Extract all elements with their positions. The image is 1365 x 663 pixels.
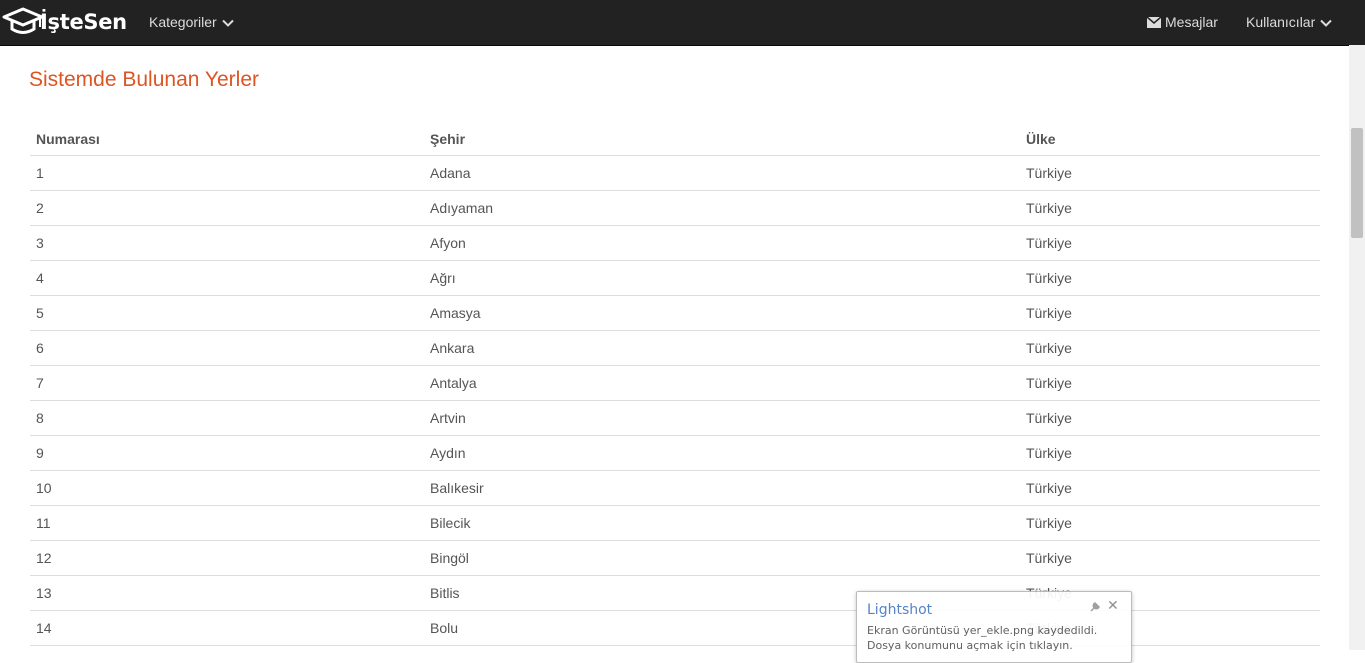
cell-city: Adana	[424, 155, 1020, 191]
cell-country: Türkiye	[1020, 435, 1320, 471]
notification-message[interactable]: Ekran Görüntüsü yer_ekle.png kaydedildi.…	[867, 623, 1125, 653]
brand-name: İşteSen	[40, 10, 127, 34]
cell-city: Ağrı	[424, 260, 1020, 296]
table-row: 2 Adıyaman Türkiye	[30, 190, 1320, 226]
scrollbar-thumb[interactable]	[1351, 128, 1363, 238]
table-header-row: Numarası Şehir Ülke	[30, 122, 1320, 156]
table-row: 8 Artvin Türkiye	[30, 400, 1320, 436]
cell-country: Türkiye	[1020, 225, 1320, 261]
nav-users-dropdown[interactable]: Kullanıcılar	[1246, 0, 1332, 45]
wrench-icon[interactable]	[1089, 601, 1101, 613]
cell-country: Türkiye	[1020, 365, 1320, 401]
cell-city: Ankara	[424, 330, 1020, 366]
table-row: 6 Ankara Türkiye	[30, 330, 1320, 366]
cell-number: 9	[30, 435, 424, 471]
cell-number: 7	[30, 365, 424, 401]
graduation-cap-icon	[2, 7, 44, 34]
nav-categories-dropdown[interactable]: Kategoriler	[149, 0, 234, 45]
lightshot-notification[interactable]: Lightshot ✕ Ekran Görüntüsü yer_ekle.png…	[856, 591, 1132, 663]
notification-title: Lightshot	[867, 602, 933, 618]
places-table: Numarası Şehir Ülke 1 Adana Türkiye 2 Adıyam…	[30, 122, 1320, 646]
envelope-icon	[1147, 17, 1161, 28]
table-row: 10 Balıkesir Türkiye	[30, 470, 1320, 506]
nav-categories-label: Kategoriler	[149, 14, 217, 30]
cell-country: Türkiye	[1020, 505, 1320, 541]
cell-city: Bingöl	[424, 540, 1020, 576]
cell-country: Türkiye	[1020, 190, 1320, 226]
table-row: 3 Afyon Türkiye	[30, 225, 1320, 261]
cell-number: 1	[30, 155, 424, 191]
table-row: 4 Ağrı Türkiye	[30, 260, 1320, 296]
cell-city: Adıyaman	[424, 190, 1020, 226]
table-row: 5 Amasya Türkiye	[30, 295, 1320, 331]
close-icon[interactable]: ✕	[1107, 598, 1119, 614]
cell-number: 11	[30, 505, 424, 541]
cell-city: Bilecik	[424, 505, 1020, 541]
cell-number: 2	[30, 190, 424, 226]
table-row: 11 Bilecik Türkiye	[30, 505, 1320, 541]
nav-users-label: Kullanıcılar	[1246, 14, 1316, 30]
cell-country: Türkiye	[1020, 330, 1320, 366]
cell-city: Antalya	[424, 365, 1020, 401]
cell-country: Türkiye	[1020, 155, 1320, 191]
top-navbar: İşteSen Kategoriler Mesajlar Kullanıcıla…	[0, 0, 1365, 46]
cell-number: 6	[30, 330, 424, 366]
chevron-down-icon	[1320, 19, 1332, 27]
cell-number: 8	[30, 400, 424, 436]
brand-logo[interactable]: İşteSen	[2, 6, 127, 38]
cell-city: Aydın	[424, 435, 1020, 471]
nav-messages-label: Mesajlar	[1165, 14, 1218, 30]
page-scrollbar[interactable]	[1349, 45, 1365, 650]
chevron-down-icon	[221, 19, 234, 27]
cell-city: Artvin	[424, 400, 1020, 436]
table-row: 9 Aydın Türkiye	[30, 435, 1320, 471]
nav-messages[interactable]: Mesajlar	[1147, 0, 1218, 45]
table-row: 12 Bingöl Türkiye	[30, 540, 1320, 576]
page-title: Sistemde Bulunan Yerler	[29, 68, 259, 91]
cell-number: 5	[30, 295, 424, 331]
cell-country: Türkiye	[1020, 400, 1320, 436]
column-header-country: Ülke	[1020, 122, 1320, 156]
cell-city: Amasya	[424, 295, 1020, 331]
cell-city: Afyon	[424, 225, 1020, 261]
table-row: 7 Antalya Türkiye	[30, 365, 1320, 401]
table-row: 1 Adana Türkiye	[30, 155, 1320, 191]
cell-number: 4	[30, 260, 424, 296]
cell-country: Türkiye	[1020, 470, 1320, 506]
cell-city: Balıkesir	[424, 470, 1020, 506]
cell-number: 14	[30, 610, 424, 646]
cell-country: Türkiye	[1020, 260, 1320, 296]
cell-number: 12	[30, 540, 424, 576]
cell-number: 10	[30, 470, 424, 506]
cell-number: 13	[30, 575, 424, 611]
column-header-number: Numarası	[30, 122, 424, 156]
cell-country: Türkiye	[1020, 295, 1320, 331]
cell-country: Türkiye	[1020, 540, 1320, 576]
column-header-city: Şehir	[424, 122, 1020, 156]
cell-number: 3	[30, 225, 424, 261]
